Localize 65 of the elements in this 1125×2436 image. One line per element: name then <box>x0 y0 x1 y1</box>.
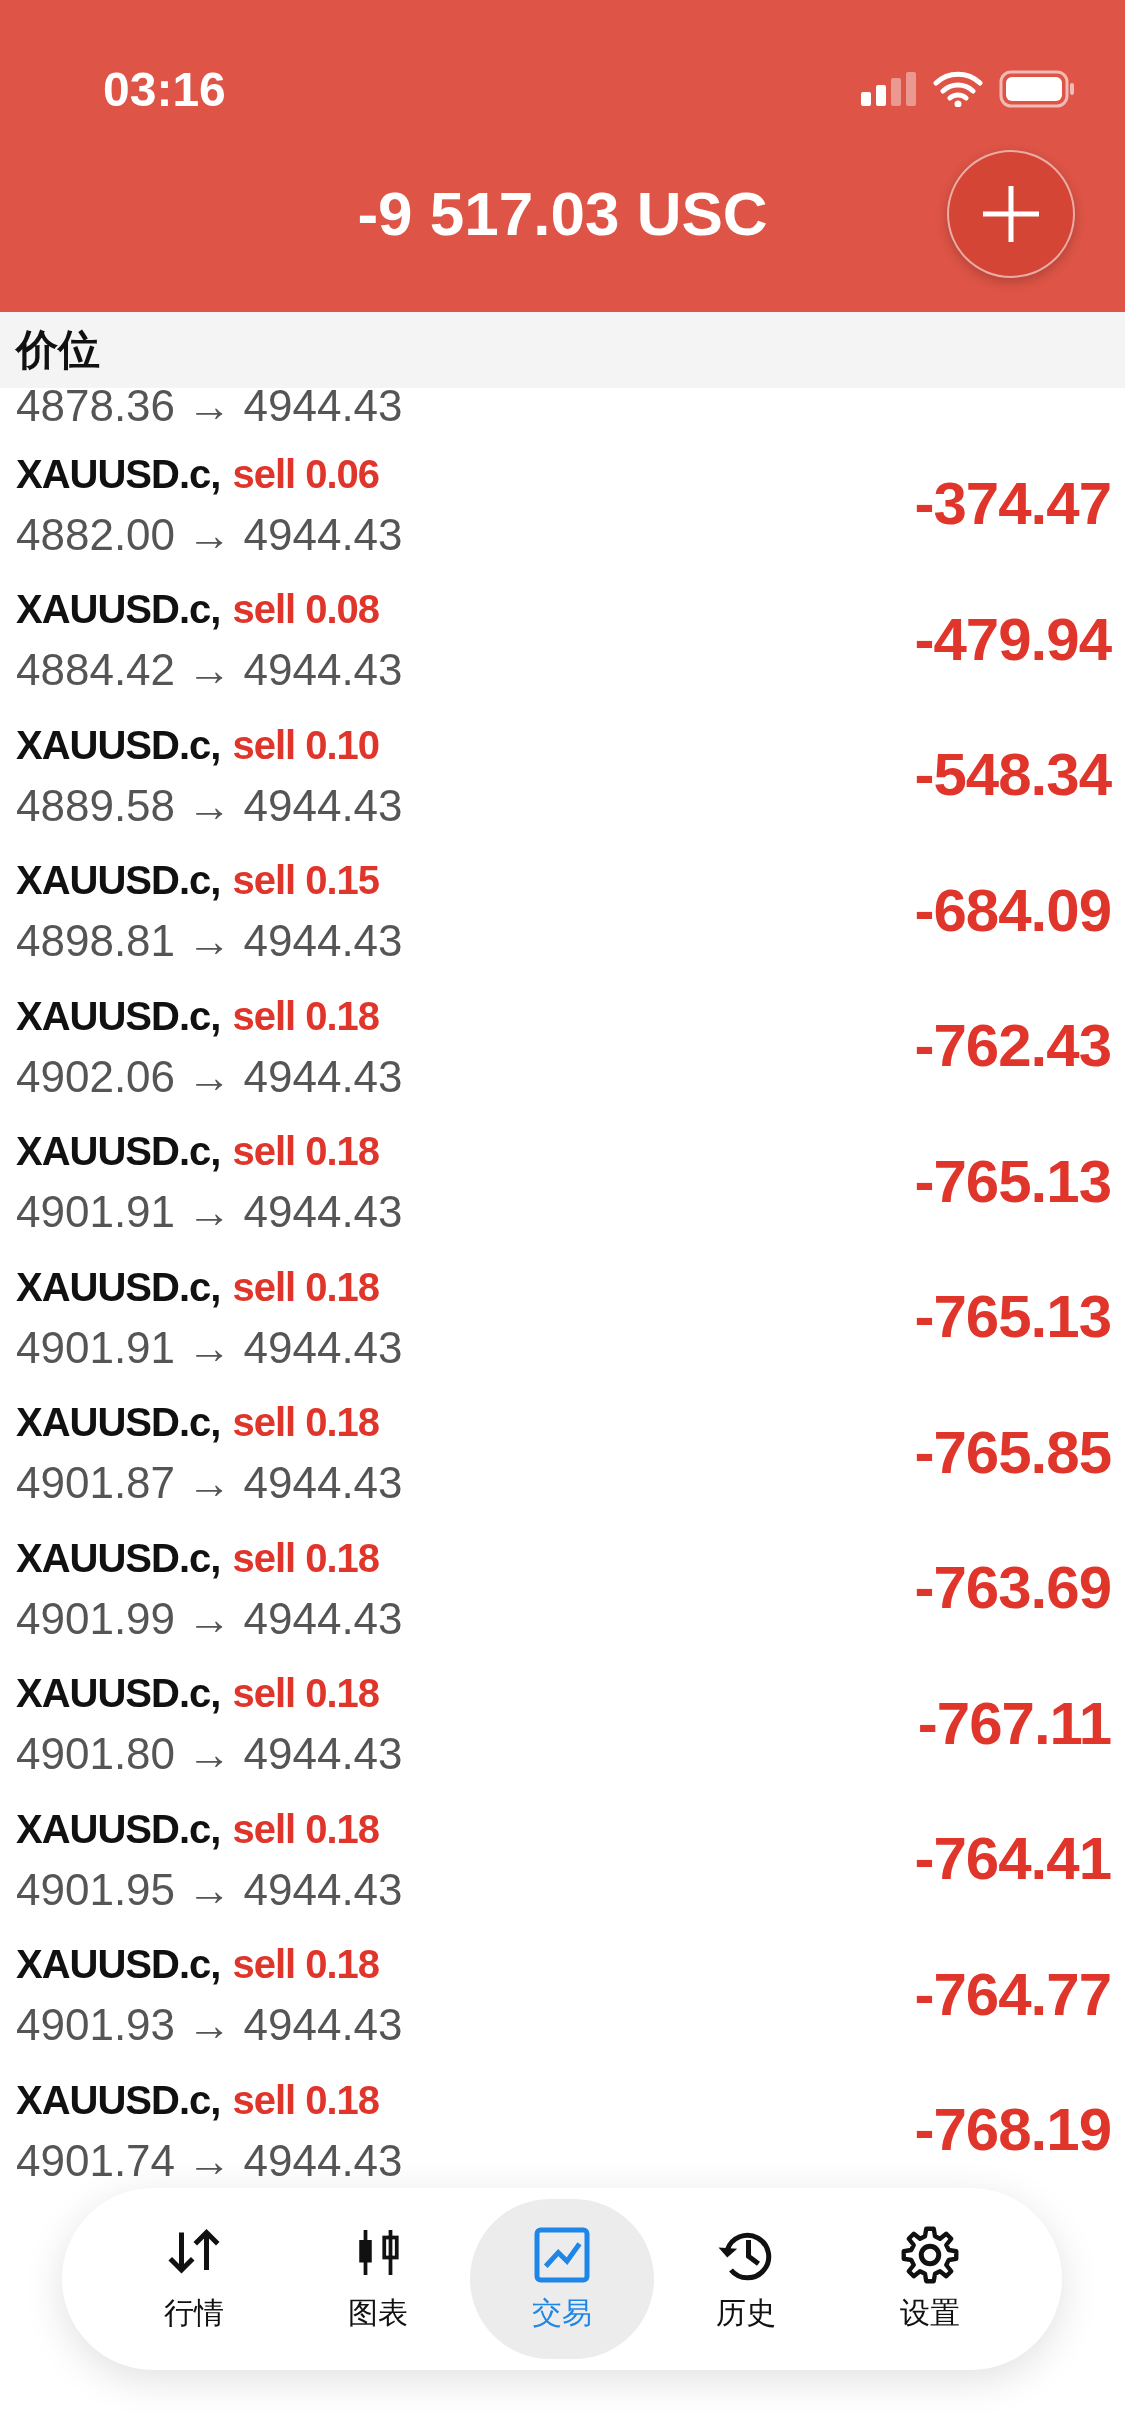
order-side: sell 0.15 <box>232 857 380 905</box>
profit-value: -548.34 <box>914 740 1111 810</box>
symbol-label: XAUUSD.c, <box>16 586 221 634</box>
price-range: 4898.81 → 4944.43 <box>16 915 403 968</box>
profit-value: -479.94 <box>914 604 1111 674</box>
symbol-label: XAUUSD.c, <box>16 992 221 1040</box>
symbol-label: XAUUSD.c, <box>16 857 221 905</box>
account-balance: -9 517.03 USC <box>357 178 768 249</box>
price-range: 4901.91 → 4944.43 <box>16 1186 403 1239</box>
order-side: sell 0.10 <box>232 721 380 769</box>
price-range: 4901.95 → 4944.43 <box>16 1863 403 1916</box>
symbol-label: XAUUSD.c, <box>16 721 221 769</box>
order-side: sell 0.18 <box>232 1941 380 1989</box>
price-range: 4884.42 → 4944.43 <box>16 644 403 697</box>
price-range: 4878.36 → 4944.43 <box>16 388 403 432</box>
order-side: sell 0.18 <box>232 1805 380 1853</box>
order-side: sell 0.18 <box>232 2076 380 2124</box>
order-side: sell 0.08 <box>232 586 380 634</box>
tab-item[interactable]: 设置 <box>838 2199 1022 2359</box>
profit-value: -765.85 <box>914 1417 1111 1487</box>
price-range: 4901.99 → 4944.43 <box>16 1592 403 1645</box>
price-range: 4901.87 → 4944.43 <box>16 1457 403 1510</box>
symbol-label: XAUUSD.c, <box>16 1670 221 1718</box>
profit-value: -762.43 <box>914 1011 1111 1081</box>
plus-icon <box>981 184 1041 244</box>
order-side: sell 0.18 <box>232 1263 380 1311</box>
profit-value: -765.13 <box>914 1282 1111 1352</box>
order-side: sell 0.18 <box>232 1399 380 1447</box>
profit-value: -763.69 <box>914 1553 1111 1623</box>
tab-item[interactable]: 历史 <box>654 2199 838 2359</box>
battery-icon <box>999 70 1075 108</box>
tab-item[interactable]: 图表 <box>286 2199 470 2359</box>
symbol-label: XAUUSD.c, <box>16 1263 221 1311</box>
symbol-label: XAUUSD.c, <box>16 2076 221 2124</box>
signal-icon <box>861 72 917 106</box>
order-side: sell 0.06 <box>232 450 380 498</box>
profit-value: -764.41 <box>914 1824 1111 1894</box>
price-range: 4889.58 → 4944.43 <box>16 779 403 832</box>
order-side: sell 0.18 <box>232 992 380 1040</box>
profit-value: -374.47 <box>914 469 1111 539</box>
symbol-label: XAUUSD.c, <box>16 1805 221 1853</box>
symbol-label: XAUUSD.c, <box>16 1128 221 1176</box>
price-range: 4901.80 → 4944.43 <box>16 1728 403 1781</box>
profit-value: -764.77 <box>914 1959 1111 2029</box>
profit-value: -765.13 <box>914 1146 1111 1216</box>
order-side: sell 0.18 <box>232 1534 380 1582</box>
price-range: 4882.00 → 4944.43 <box>16 508 403 561</box>
price-range: 4901.93 → 4944.43 <box>16 1999 403 2052</box>
symbol-label: XAUUSD.c, <box>16 1399 221 1447</box>
wifi-icon <box>933 71 983 107</box>
tab-item[interactable]: 行情 <box>102 2199 286 2359</box>
section-title: 价位 <box>16 325 100 375</box>
price-range: 4901.74 → 4944.43 <box>16 2134 403 2187</box>
symbol-label: XAUUSD.c, <box>16 1534 221 1582</box>
order-side: sell 0.18 <box>232 1670 380 1718</box>
price-range: 4902.06 → 4944.43 <box>16 1050 403 1103</box>
profit-value: -767.11 <box>917 1688 1111 1758</box>
profit-value: -684.09 <box>914 875 1111 945</box>
order-side: sell 0.18 <box>232 1128 380 1176</box>
symbol-label: XAUUSD.c, <box>16 450 221 498</box>
price-range: 4901.91 → 4944.43 <box>16 1321 403 1374</box>
profit-value: -768.19 <box>914 2095 1111 2165</box>
status-time: 03:16 <box>103 61 226 117</box>
settings-icon <box>900 2224 960 2285</box>
symbol-label: XAUUSD.c, <box>16 1941 221 1989</box>
